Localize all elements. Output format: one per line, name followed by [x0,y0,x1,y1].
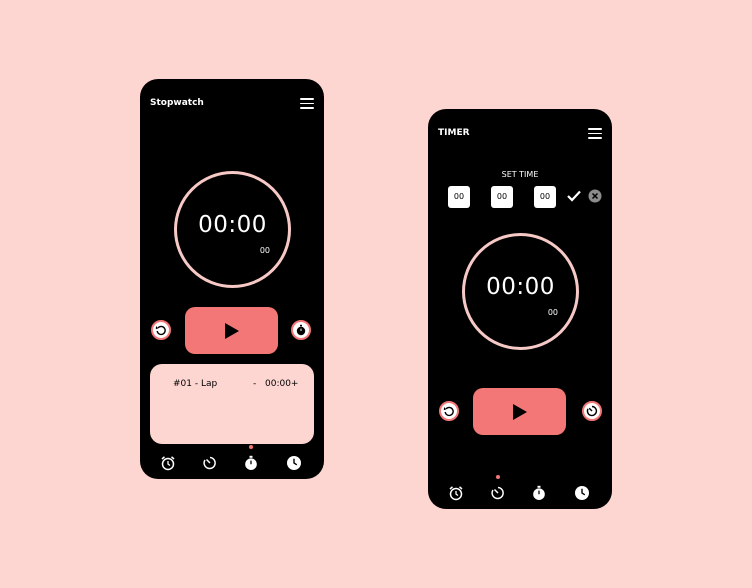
hamburger-menu-icon[interactable] [588,128,602,139]
set-time-label: SET TIME [501,170,539,179]
play-icon [513,404,527,420]
reset-icon [155,325,166,336]
clock-icon[interactable] [286,455,302,471]
lap-time: 00:00+ [265,379,299,389]
timer-preset-button[interactable] [582,401,602,421]
stopwatch-dial: 00:00 00 [174,171,291,288]
stopwatch-icon [296,324,306,336]
timer-nav-icon[interactable] [490,485,506,501]
lap-button[interactable] [291,320,311,340]
lap-dash: - [253,379,257,389]
lap-list: #01 - Lap - 00:00+ [150,364,314,444]
alarm-clock-icon[interactable] [448,485,464,501]
stopwatch-nav-icon[interactable] [243,455,259,471]
timer-icon [586,405,598,417]
bottom-navigation [428,475,612,503]
hours-input[interactable]: 00 [448,186,470,208]
stopwatch-icon[interactable] [531,485,547,501]
timer-dial: 00:00 00 [462,233,579,350]
stopwatch-screen: Stopwatch 00:00 00 #01 - Lap - 00:00+ [140,79,324,479]
play-button[interactable] [185,307,278,354]
stopwatch-centiseconds: 00 [259,246,270,255]
stopwatch-time: 00:00 [198,212,267,238]
hamburger-menu-icon[interactable] [300,98,314,109]
timer-icon[interactable] [202,455,218,471]
reset-button[interactable] [439,401,459,421]
page-title: TIMER [438,128,470,138]
seconds-input[interactable]: 00 [534,186,556,208]
timer-centiseconds: 00 [547,308,558,317]
lap-label: #01 - Lap [173,379,218,389]
play-button[interactable] [473,388,566,435]
active-indicator [249,445,253,449]
reset-button[interactable] [151,320,171,340]
timer-screen: TIMER SET TIME 00 00 00 00:00 00 [428,109,612,509]
confirm-check-icon[interactable] [567,190,581,202]
page-title: Stopwatch [150,98,204,108]
timer-time: 00:00 [486,274,555,300]
bottom-navigation [140,445,324,473]
minutes-input[interactable]: 00 [491,186,513,208]
reset-icon [443,406,454,417]
cancel-close-icon[interactable] [588,189,602,203]
clock-icon[interactable] [574,485,590,501]
alarm-clock-icon[interactable] [160,455,176,471]
play-icon [225,323,239,339]
active-indicator [496,475,500,479]
